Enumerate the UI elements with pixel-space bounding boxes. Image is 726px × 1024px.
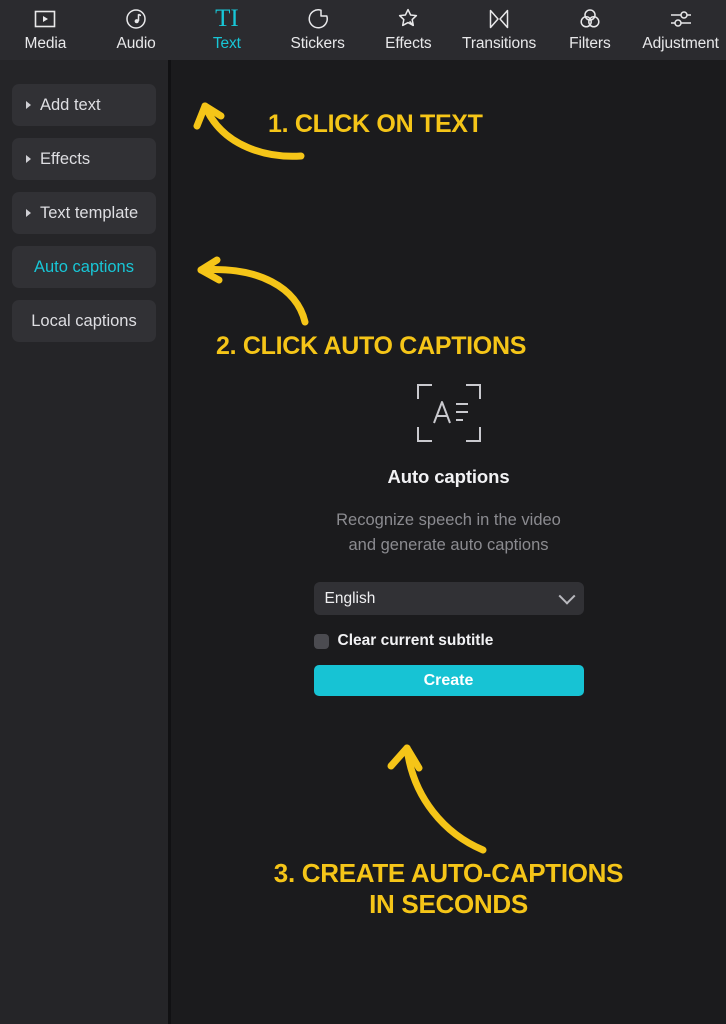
top-toolbar: Media Audio TI Text Stickers Effects Tra… — [0, 0, 726, 60]
tab-adjustment[interactable]: Adjustment — [635, 6, 726, 54]
card-description: Recognize speech in the video and genera… — [171, 508, 726, 558]
annotation-step-3-line-1: 3. CREATE AUTO-CAPTIONS — [273, 858, 624, 888]
annotation-step-3: 3. CREATE AUTO-CAPTIONS IN SECONDS — [171, 858, 726, 920]
stickers-icon — [306, 6, 330, 32]
text-icon-glyph: TI — [215, 5, 239, 32]
filters-icon — [578, 6, 602, 32]
annotation-step-2: 2. CLICK AUTO CAPTIONS — [216, 332, 527, 360]
caret-right-icon — [26, 155, 31, 163]
tab-effects[interactable]: Effects — [363, 6, 454, 54]
clear-current-subtitle-checkbox[interactable] — [313, 633, 329, 649]
auto-captions-frame-icon — [415, 382, 483, 444]
sidebar-item-add-text[interactable]: Add text — [12, 84, 156, 126]
card-description-line-2: and generate auto captions — [348, 536, 549, 554]
tab-text-label: Text — [212, 35, 241, 52]
transitions-icon — [487, 6, 511, 32]
sidebar-item-label: Text template — [40, 203, 139, 222]
video-editor-window: Media Audio TI Text Stickers Effects Tra… — [0, 0, 726, 1024]
tab-stickers[interactable]: Stickers — [272, 6, 363, 54]
chevron-down-icon — [558, 587, 575, 605]
tab-audio-label: Audio — [116, 35, 156, 52]
text-sidebar: Add text Effects Text template Auto capt… — [0, 60, 168, 1024]
sidebar-item-text-template[interactable]: Text template — [12, 192, 156, 234]
sidebar-item-label: Effects — [40, 149, 91, 168]
text-icon: TI — [215, 6, 239, 32]
tab-audio[interactable]: Audio — [91, 6, 182, 54]
sidebar-item-label: Add text — [40, 95, 101, 114]
clear-current-subtitle-label: Clear current subtitle — [337, 632, 494, 649]
tab-media-label: Media — [24, 35, 67, 52]
create-button[interactable]: Create — [313, 665, 584, 696]
language-select[interactable]: English — [313, 582, 584, 615]
tab-filters[interactable]: Filters — [545, 6, 636, 54]
tab-effects-label: Effects — [385, 35, 432, 52]
annotation-arrow-3 — [387, 744, 487, 854]
sidebar-item-label: Local captions — [31, 311, 137, 330]
auto-captions-panel: 1. CLICK ON TEXT 2. CLICK AUTO CAPTIONS — [171, 60, 726, 1024]
caret-right-icon — [26, 101, 31, 109]
tab-transitions[interactable]: Transitions — [454, 6, 545, 54]
sidebar-item-auto-captions[interactable]: Auto captions — [12, 246, 156, 288]
auto-captions-card: Auto captions Recognize speech in the vi… — [171, 382, 726, 696]
tab-adjustment-label: Adjustment — [642, 35, 719, 52]
effects-icon — [396, 6, 420, 32]
sidebar-item-effects[interactable]: Effects — [12, 138, 156, 180]
tab-filters-label: Filters — [569, 35, 611, 52]
audio-icon — [124, 6, 148, 32]
card-form: English Clear current subtitle Create — [313, 582, 584, 696]
adjustment-icon — [668, 6, 694, 32]
annotation-step-1: 1. CLICK ON TEXT — [268, 110, 483, 138]
annotation-step-3-line-2: IN SECONDS — [369, 889, 528, 919]
card-title: Auto captions — [387, 466, 510, 487]
tab-stickers-label: Stickers — [290, 35, 345, 52]
sidebar-item-label: Auto captions — [34, 257, 134, 276]
tab-text[interactable]: TI Text — [182, 6, 273, 54]
sidebar-item-local-captions[interactable]: Local captions — [12, 300, 156, 342]
clear-current-subtitle-row[interactable]: Clear current subtitle — [313, 632, 584, 650]
caret-right-icon — [26, 209, 31, 217]
annotation-arrow-2 — [197, 256, 309, 326]
tab-media[interactable]: Media — [0, 6, 91, 54]
language-select-value: English — [324, 589, 376, 607]
media-icon — [33, 6, 57, 32]
card-description-line-1: Recognize speech in the video — [336, 511, 561, 529]
tab-transitions-label: Transitions — [462, 35, 537, 52]
